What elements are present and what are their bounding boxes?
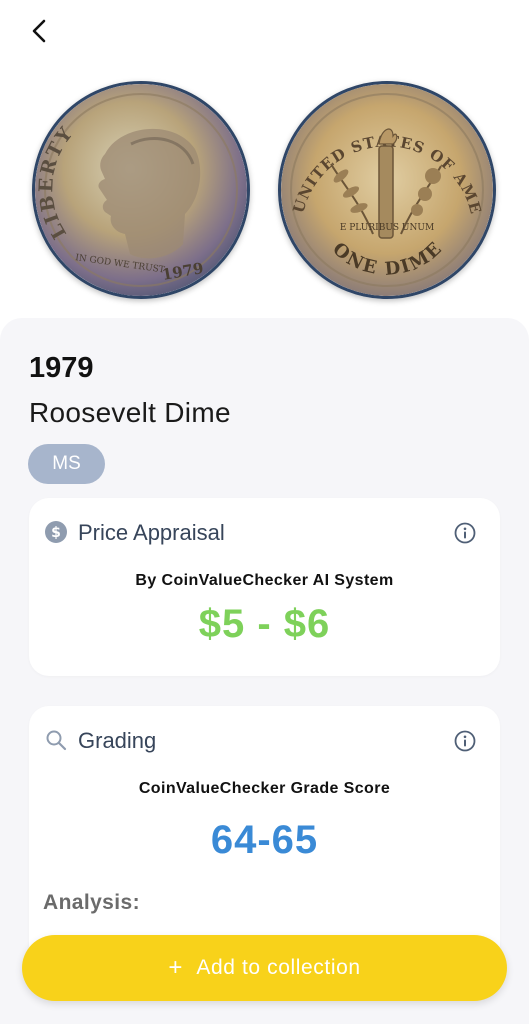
- chevron-left-icon: [32, 19, 46, 43]
- grade-score-value: 64-65: [210, 818, 319, 862]
- coin-reverse-image[interactable]: UNITED STATES OF AMERICA E PLURIBUS UNUM…: [278, 81, 496, 299]
- add-to-collection-label: Add to collection: [196, 956, 361, 979]
- coin-image-header: LIBERTY IN GOD WE TRUST 1979 UNITED ST E…: [0, 0, 529, 330]
- search-icon: [46, 730, 67, 751]
- price-appraisal-card: $ Price Appraisal By CoinValueChecker AI…: [29, 498, 500, 676]
- grading-subtitle: CoinValueChecker Grade Score: [138, 780, 391, 797]
- add-to-collection-button[interactable]: + Add to collection: [22, 935, 507, 1001]
- grading-card: Grading CoinValueChecker Grade Score 64-…: [29, 706, 500, 966]
- grade-badge: MS: [28, 444, 105, 484]
- plus-icon: +: [168, 954, 183, 981]
- coin-obverse-image[interactable]: LIBERTY IN GOD WE TRUST 1979: [32, 81, 250, 299]
- analysis-label: Analysis:: [43, 891, 140, 914]
- reverse-motto: E PLURIBUS UNUM: [340, 223, 434, 233]
- back-button[interactable]: [22, 14, 56, 48]
- coin-year: 1979: [29, 352, 94, 384]
- price-value: $5 - $6: [198, 602, 331, 646]
- svg-text:$: $: [51, 525, 61, 541]
- dollar-circle-icon: $: [45, 521, 67, 543]
- price-appraisal-subtitle: By CoinValueChecker AI System: [135, 572, 394, 589]
- grading-title: Grading: [78, 728, 157, 753]
- coin-name: Roosevelt Dime: [29, 397, 231, 428]
- info-icon[interactable]: [454, 730, 476, 752]
- price-appraisal-title: Price Appraisal: [78, 520, 225, 545]
- info-icon[interactable]: [454, 522, 476, 544]
